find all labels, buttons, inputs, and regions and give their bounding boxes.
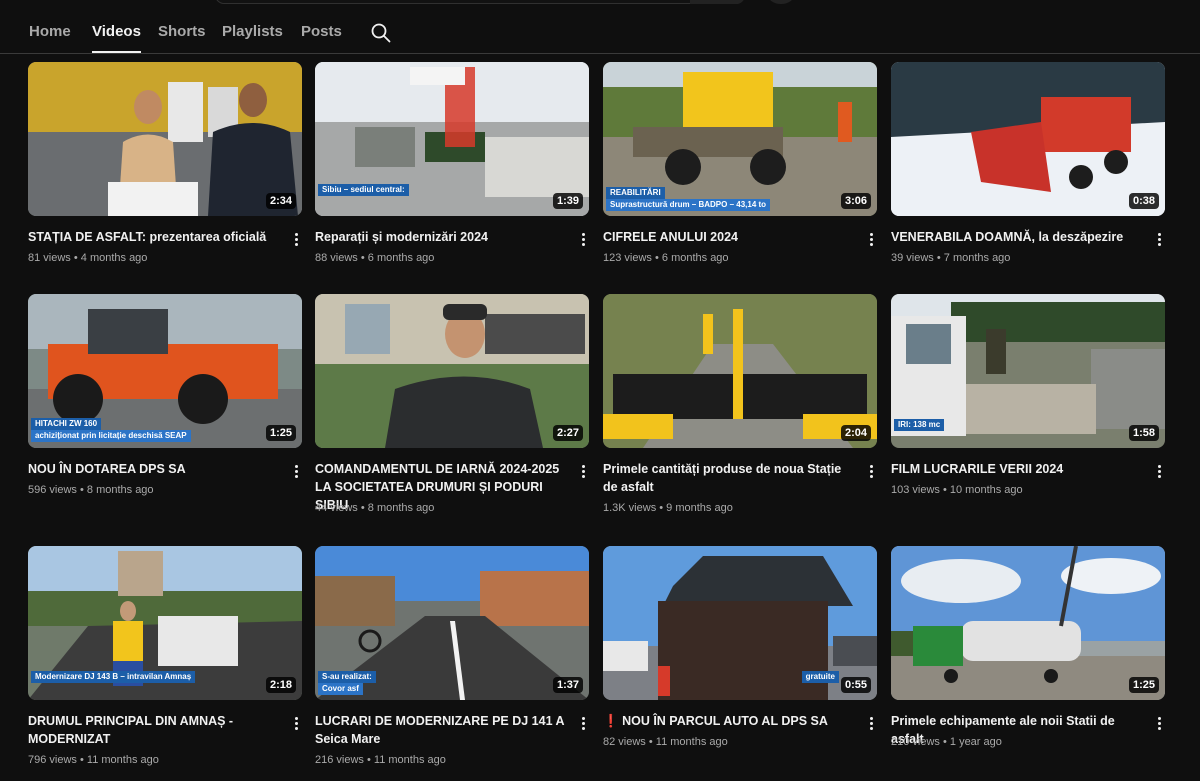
- video-title[interactable]: Primele cantități produse de noua Stație…: [603, 460, 859, 496]
- video-meta: 39 views • 7 months ago: [891, 252, 1011, 264]
- video-card[interactable]: 2:34 STAȚIA DE ASFALT: prezentarea ofici…: [28, 62, 304, 264]
- video-thumbnail[interactable]: 2:27: [315, 294, 589, 448]
- video-caption: gratuite: [801, 671, 839, 683]
- more-vert-icon[interactable]: [579, 716, 587, 732]
- video-duration: 2:27: [552, 425, 583, 441]
- search-icon[interactable]: [370, 22, 392, 44]
- tab-playlists[interactable]: Playlists: [222, 23, 283, 40]
- video-caption: REABILITĂRI: [606, 187, 665, 199]
- video-meta: 44 views • 8 months ago: [315, 502, 435, 514]
- video-title[interactable]: FILM LUCRARILE VERII 2024: [891, 460, 1147, 478]
- masthead-search-button[interactable]: [690, 0, 745, 4]
- video-title[interactable]: VENERABILA DOAMNĂ, la deszăpezire: [891, 228, 1147, 246]
- video-duration: 2:34: [265, 193, 296, 209]
- tab-posts[interactable]: Posts: [301, 23, 342, 40]
- video-caption: IRI: 138 mc: [894, 419, 945, 431]
- video-duration: 1:25: [1128, 677, 1159, 693]
- more-vert-icon[interactable]: [1155, 232, 1163, 248]
- more-vert-icon[interactable]: [292, 464, 300, 480]
- video-duration: 0:55: [840, 677, 871, 693]
- video-title[interactable]: DRUMUL PRINCIPAL DIN AMNAȘ - MODERNIZAT: [28, 712, 284, 748]
- video-caption: Sibiu – sediul central:: [318, 184, 409, 196]
- video-card[interactable]: 2:27 COMANDAMENTUL DE IARNĂ 2024-2025 LA…: [315, 294, 591, 514]
- video-thumbnail[interactable]: Modernizare DJ 143 B – intravilan Amnaș …: [28, 546, 302, 700]
- video-card[interactable]: REABILITĂRI Suprastructură drum – BADPO …: [603, 62, 879, 264]
- video-duration: 1:39: [552, 193, 583, 209]
- more-vert-icon[interactable]: [1155, 716, 1163, 732]
- video-thumbnail[interactable]: S-au realizat: Covor asf 1:37: [315, 546, 589, 700]
- video-thumbnail[interactable]: 1:25: [891, 546, 1165, 700]
- more-vert-icon[interactable]: [579, 464, 587, 480]
- more-vert-icon[interactable]: [292, 716, 300, 732]
- video-duration: 2:04: [840, 425, 871, 441]
- video-caption-secondary: Suprastructură drum – BADPO – 43,14 to: [606, 199, 771, 211]
- video-caption-secondary: achiziționat prin licitație deschisă SEA…: [31, 430, 191, 442]
- video-thumbnail[interactable]: REABILITĂRI Suprastructură drum – BADPO …: [603, 62, 877, 216]
- video-card[interactable]: HITACHI ZW 160 achiziționat prin licitaț…: [28, 294, 304, 496]
- video-card[interactable]: S-au realizat: Covor asf 1:37 LUCRARI DE…: [315, 546, 591, 766]
- channel-tabs: Home Videos Shorts Playlists Posts: [0, 10, 1200, 54]
- video-duration: 0:38: [1128, 193, 1159, 209]
- video-title[interactable]: LUCRARI DE MODERNIZARE PE DJ 141 A Seica…: [315, 712, 571, 748]
- video-caption: HITACHI ZW 160: [31, 418, 102, 430]
- video-meta: 82 views • 11 months ago: [603, 736, 728, 748]
- video-meta: 103 views • 10 months ago: [891, 484, 1023, 496]
- video-caption: Modernizare DJ 143 B – intravilan Amnaș: [31, 671, 196, 683]
- video-thumbnail[interactable]: IRI: 138 mc 1:58: [891, 294, 1165, 448]
- video-meta: 81 views • 4 months ago: [28, 252, 148, 264]
- video-meta: 1.3K views • 9 months ago: [603, 502, 733, 514]
- masthead-search-box[interactable]: [215, 0, 745, 4]
- video-duration: 1:25: [265, 425, 296, 441]
- video-card[interactable]: Modernizare DJ 143 B – intravilan Amnaș …: [28, 546, 304, 766]
- video-thumbnail[interactable]: 2:34: [28, 62, 302, 216]
- video-title[interactable]: NOU ÎN DOTAREA DPS SA: [28, 460, 284, 478]
- tab-shorts[interactable]: Shorts: [158, 23, 206, 40]
- more-vert-icon[interactable]: [867, 464, 875, 480]
- more-vert-icon[interactable]: [867, 716, 875, 732]
- video-meta: 123 views • 6 months ago: [603, 252, 729, 264]
- video-thumbnail[interactable]: 2:04: [603, 294, 877, 448]
- more-vert-icon[interactable]: [1155, 464, 1163, 480]
- video-card[interactable]: IRI: 138 mc 1:58 FILM LUCRARILE VERII 20…: [891, 294, 1167, 496]
- tab-videos[interactable]: Videos: [92, 23, 141, 53]
- video-title[interactable]: ❗ NOU ÎN PARCUL AUTO AL DPS SA: [603, 712, 859, 730]
- exclamation-icon: ❗: [603, 714, 619, 728]
- video-card[interactable]: gratuite 0:55 ❗ NOU ÎN PARCUL AUTO AL DP…: [603, 546, 879, 748]
- video-meta: 210 views • 1 year ago: [891, 736, 1002, 748]
- more-vert-icon[interactable]: [292, 232, 300, 248]
- video-meta: 796 views • 11 months ago: [28, 754, 159, 766]
- masthead-mic-button[interactable]: [768, 0, 794, 4]
- video-meta: 88 views • 6 months ago: [315, 252, 435, 264]
- video-card[interactable]: Sibiu – sediul central: 1:39 Reparații ș…: [315, 62, 591, 264]
- video-thumbnail[interactable]: HITACHI ZW 160 achiziționat prin licitaț…: [28, 294, 302, 448]
- video-title[interactable]: Reparații și modernizări 2024: [315, 228, 571, 246]
- tab-home[interactable]: Home: [29, 23, 71, 40]
- video-title[interactable]: STAȚIA DE ASFALT: prezentarea oficială: [28, 228, 284, 246]
- video-thumbnail[interactable]: Sibiu – sediul central: 1:39: [315, 62, 589, 216]
- more-vert-icon[interactable]: [579, 232, 587, 248]
- video-card[interactable]: 0:38 VENERABILA DOAMNĂ, la deszăpezire 3…: [891, 62, 1167, 264]
- video-caption-secondary: Covor asf: [318, 683, 363, 695]
- video-meta: 596 views • 8 months ago: [28, 484, 154, 496]
- video-caption: S-au realizat:: [318, 671, 376, 683]
- video-meta: 216 views • 11 months ago: [315, 754, 446, 766]
- video-duration: 3:06: [840, 193, 871, 209]
- video-thumbnail[interactable]: 0:38: [891, 62, 1165, 216]
- video-title[interactable]: CIFRELE ANULUI 2024: [603, 228, 859, 246]
- video-duration: 1:58: [1128, 425, 1159, 441]
- masthead-edge: [0, 0, 1200, 6]
- video-card[interactable]: 2:04 Primele cantități produse de noua S…: [603, 294, 879, 514]
- video-card[interactable]: 1:25 Primele echipamente ale noii Statii…: [891, 546, 1167, 748]
- video-duration: 1:37: [552, 677, 583, 693]
- video-thumbnail[interactable]: gratuite 0:55: [603, 546, 877, 700]
- video-duration: 2:18: [265, 677, 296, 693]
- more-vert-icon[interactable]: [867, 232, 875, 248]
